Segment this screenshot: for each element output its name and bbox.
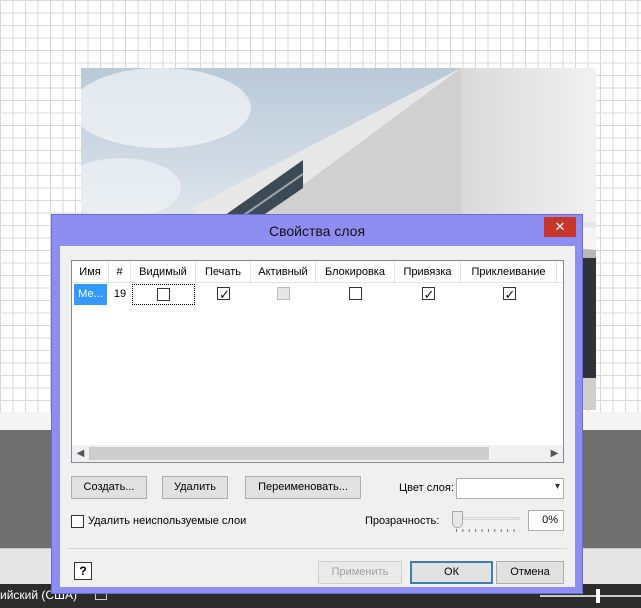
scroll-right-icon[interactable]: ▶ [546,445,563,462]
table-header: Имя # Видимый Печать Активный Блокировка… [72,261,563,283]
chevron-down-icon: ▾ [554,481,560,492]
slider-track [456,517,520,520]
dialog-separator [68,548,567,549]
help-icon: ? [79,564,87,578]
remove-unused-label[interactable]: Удалить неиспользуемые слои [88,515,246,527]
glue-cell[interactable] [461,284,557,306]
scrollbar-thumb[interactable] [89,447,489,460]
rename-button[interactable]: Переименовать... [245,476,361,499]
delete-button[interactable]: Удалить [162,476,228,499]
layer-number-cell: 19 [113,288,127,300]
glue-checkbox[interactable] [502,285,516,306]
column-header-lock[interactable]: Блокировка [316,261,395,283]
layer-properties-dialog: Свойства слоя ✕ Имя # Видимый Печать Акт… [51,214,583,594]
lock-cell[interactable] [316,284,395,305]
slider-thumb[interactable] [452,511,463,528]
table-row[interactable]: Ме... 19 [72,284,563,306]
zoom-slider-track[interactable] [540,595,641,597]
active-cell [251,284,316,305]
transparency-input[interactable]: 0% [528,510,564,531]
snap-checkbox[interactable] [421,285,435,306]
remove-unused-option[interactable]: Удалить неиспользуемые слои [71,515,246,528]
remove-unused-checkbox[interactable] [71,515,84,528]
slider-ticks [456,529,520,532]
help-button[interactable]: ? [74,562,92,580]
layers-table[interactable]: Имя # Видимый Печать Активный Блокировка… [71,260,564,463]
column-header-print[interactable]: Печать [196,261,251,283]
lock-checkbox[interactable] [349,286,362,300]
column-header-snap[interactable]: Привязка [395,261,461,283]
close-icon: ✕ [554,219,566,234]
dialog-body: Имя # Видимый Печать Активный Блокировка… [60,246,575,587]
visible-cell[interactable] [132,284,195,305]
dialog-title: Свойства слоя [268,223,366,239]
transparency-label: Прозрачность: [365,515,440,527]
column-header-active[interactable]: Активный [251,261,316,283]
active-checkbox [277,286,290,300]
apply-button: Применить [318,561,402,584]
create-button[interactable]: Создать... [71,476,147,499]
zoom-slider-thumb[interactable] [596,589,600,603]
column-header-number[interactable]: # [109,261,131,283]
visible-checkbox[interactable] [157,287,170,301]
dialog-titlebar[interactable]: Свойства слоя ✕ [52,215,582,247]
close-button[interactable]: ✕ [544,217,576,237]
print-checkbox[interactable] [217,285,230,306]
cancel-button[interactable]: Отмена [496,561,564,584]
layer-color-dropdown[interactable]: ▾ [456,478,564,499]
horizontal-scrollbar[interactable]: ◀ ▶ [72,445,563,462]
layer-color-label: Цвет слоя: [399,482,454,494]
ok-button[interactable]: ОК [410,561,493,584]
column-header-visible[interactable]: Видимый [131,261,196,283]
transparency-slider[interactable] [452,511,522,535]
layer-name-cell[interactable]: Ме... [74,284,107,305]
print-cell[interactable] [196,284,251,306]
scroll-left-icon[interactable]: ◀ [72,445,89,462]
column-header-name[interactable]: Имя [72,261,109,283]
column-header-glue[interactable]: Приклеивание [461,261,557,283]
snap-cell[interactable] [395,284,461,306]
